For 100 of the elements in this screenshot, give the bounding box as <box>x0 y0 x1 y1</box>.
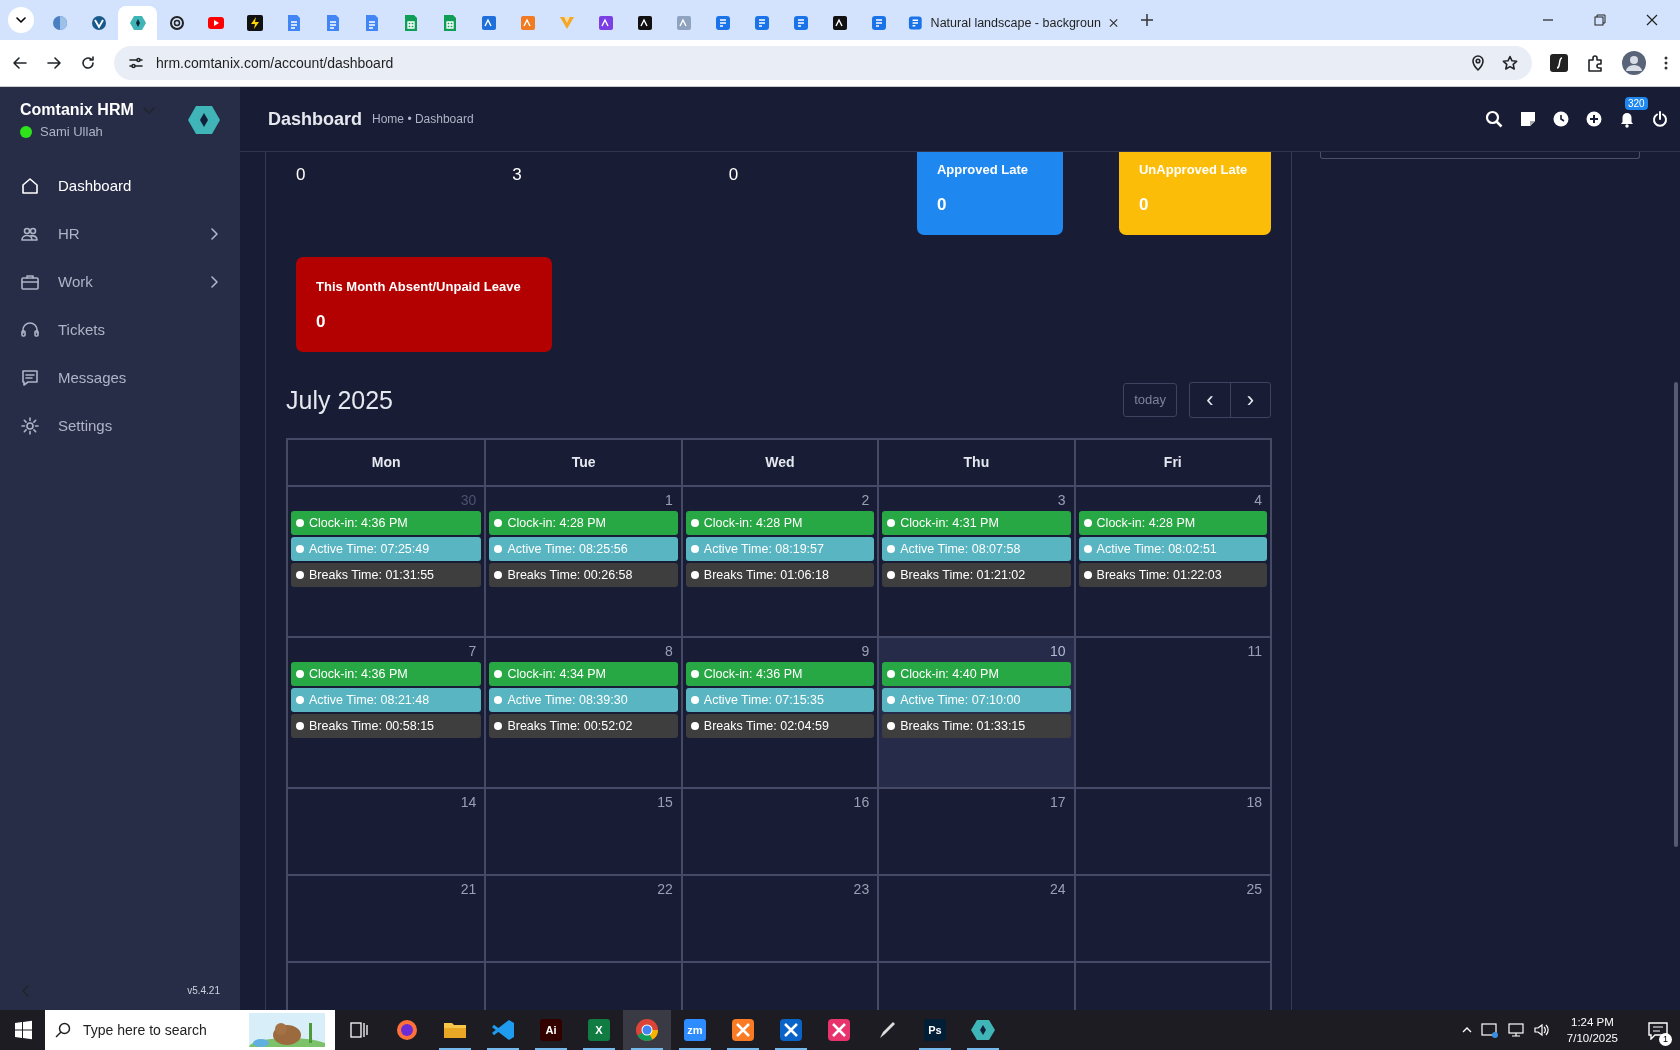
calendar-event[interactable]: Breaks Time: 01:21:02 <box>882 563 1071 587</box>
taskbar-app-button[interactable]: Ai <box>527 1010 575 1050</box>
device-icon[interactable] <box>1480 1022 1499 1038</box>
previous-button[interactable]: ‹ <box>1190 383 1230 417</box>
day-number: 24 <box>1049 880 1067 899</box>
notification-count: 1 <box>1659 1033 1672 1046</box>
close-icon[interactable] <box>1108 18 1118 28</box>
chevron-right-icon <box>210 275 220 289</box>
stat-label: UnApproved Late <box>1139 161 1249 179</box>
volume-icon[interactable] <box>1532 1022 1551 1038</box>
page-title: Dashboard <box>268 107 363 131</box>
puzzle-icon[interactable] <box>1586 54 1604 72</box>
calendar-event[interactable]: Breaks Time: 01:22:03 <box>1078 563 1267 587</box>
day-number: 18 <box>1245 793 1263 812</box>
day-number: 21 <box>459 880 478 899</box>
day-number: 23 <box>852 880 871 899</box>
taskbar-app-button[interactable]: Ps <box>911 1010 959 1050</box>
house-icon <box>20 176 40 196</box>
day-number: 25 <box>1245 880 1263 899</box>
app-icon: zm <box>684 1019 706 1041</box>
stat-label: This Month Absent/Unpaid Leave <box>316 278 522 296</box>
sidebar-item[interactable]: Work <box>0 258 240 306</box>
back-icon[interactable] <box>12 55 28 71</box>
new-tab-icon[interactable] <box>1140 13 1154 27</box>
day-number: 14 <box>459 793 478 812</box>
search-field[interactable]: Type here to search <box>81 1018 239 1042</box>
bell-icon[interactable] <box>1619 111 1635 128</box>
app-icon: X <box>588 1019 610 1041</box>
taskbar-app-button[interactable]: zm <box>671 1010 719 1050</box>
taskbar-app-button[interactable]: X <box>575 1010 623 1050</box>
calendar-event[interactable]: Breaks Time: 00:52:02 <box>489 714 678 738</box>
sidebar-item[interactable]: Dashboard <box>0 162 240 210</box>
next-button[interactable]: › <box>1230 383 1270 417</box>
browser-tab[interactable]: Natural landscape - backgroun <box>898 6 1128 40</box>
app-icon: Ai <box>540 1019 562 1041</box>
clock-time[interactable]: 1:24 PM <box>1566 1014 1618 1030</box>
day-number: 2 <box>860 491 871 510</box>
calendar-event[interactable]: Breaks Time: 01:31:55 <box>291 563 482 587</box>
stat-value: 0 <box>937 193 948 216</box>
reload-icon[interactable] <box>80 55 96 71</box>
settings-icon <box>20 416 40 436</box>
weekday-header: Fri <box>1073 440 1270 485</box>
app-icon: Ps <box>924 1019 946 1041</box>
stat-value: 0 <box>295 164 307 186</box>
user-name: Sami Ullah <box>40 122 103 141</box>
tab-list-button[interactable] <box>8 7 34 33</box>
network-icon[interactable] <box>1506 1022 1525 1038</box>
version-label: v5.4.21 <box>187 984 220 998</box>
day-number: 30 <box>459 491 478 510</box>
calendar-event[interactable]: Breaks Time: 01:33:15 <box>882 714 1071 738</box>
close-icon[interactable] <box>1646 14 1658 26</box>
sidebar-item[interactable]: Settings <box>0 402 240 450</box>
forward-icon[interactable] <box>46 55 62 71</box>
search-icon[interactable] <box>1485 110 1503 128</box>
stat-value: 3 <box>511 164 523 186</box>
add-icon[interactable] <box>1586 111 1602 127</box>
day-number: 22 <box>656 880 674 899</box>
sidebar-item[interactable]: Tickets <box>0 306 240 354</box>
scrollbar-thumb[interactable] <box>1674 382 1678 847</box>
power-icon[interactable] <box>1652 111 1668 127</box>
search-icon <box>55 1022 71 1038</box>
script-extension-icon[interactable] <box>1550 54 1568 72</box>
day-number: 8 <box>664 642 674 661</box>
calendar-event[interactable]: Breaks Time: 02:04:59 <box>685 714 875 738</box>
day-number: 9 <box>860 642 871 661</box>
day-number: 16 <box>852 793 871 812</box>
app-name: Comtanix HRM <box>20 99 134 120</box>
notification-icon[interactable] <box>1648 1021 1668 1040</box>
taskbar-search-field[interactable]: Type here to search <box>45 1010 335 1050</box>
taskbar-app-button[interactable] <box>623 1010 671 1050</box>
diamond-logo-icon <box>188 103 220 136</box>
notification-badge: 320 <box>1625 97 1648 110</box>
clock-icon[interactable] <box>1553 111 1569 127</box>
menu-icon[interactable] <box>1664 55 1668 71</box>
clock-date[interactable]: 7/10/2025 <box>1566 1030 1618 1046</box>
stat-value: 0 <box>1139 193 1150 216</box>
site-info-icon <box>128 55 144 71</box>
chevron-down-icon <box>15 14 27 26</box>
stat-value: 0 <box>316 310 327 333</box>
calendar-event[interactable]: Breaks Time: 00:58:15 <box>291 714 482 738</box>
stat-value: 0 <box>727 164 740 186</box>
weekday-header: Tue <box>484 440 681 485</box>
calendar-event[interactable]: Breaks Time: 00:26:58 <box>489 563 678 587</box>
avatar-icon[interactable] <box>1622 51 1646 75</box>
weekday-header: Wed <box>680 440 878 485</box>
calendar-event[interactable]: Breaks Time: 01:06:18 <box>685 563 875 587</box>
sidebar-item[interactable]: Messages <box>0 354 240 402</box>
today-button[interactable]: today <box>1123 383 1177 417</box>
headset-icon <box>20 320 40 340</box>
sidebar-item[interactable]: HR <box>0 210 240 258</box>
briefcase-icon <box>20 272 40 292</box>
location-pin-icon[interactable] <box>1470 55 1486 71</box>
chevron-right-icon <box>210 227 220 241</box>
day-number: 3 <box>1056 491 1067 510</box>
note-icon[interactable] <box>1520 111 1536 127</box>
star-icon[interactable] <box>1502 55 1518 71</box>
restore-icon[interactable] <box>1594 14 1606 26</box>
weekday-header: Thu <box>877 440 1074 485</box>
address-bar[interactable]: hrm.comtanix.com/account/dashboard <box>114 46 1532 80</box>
day-number: 1 <box>664 491 674 510</box>
